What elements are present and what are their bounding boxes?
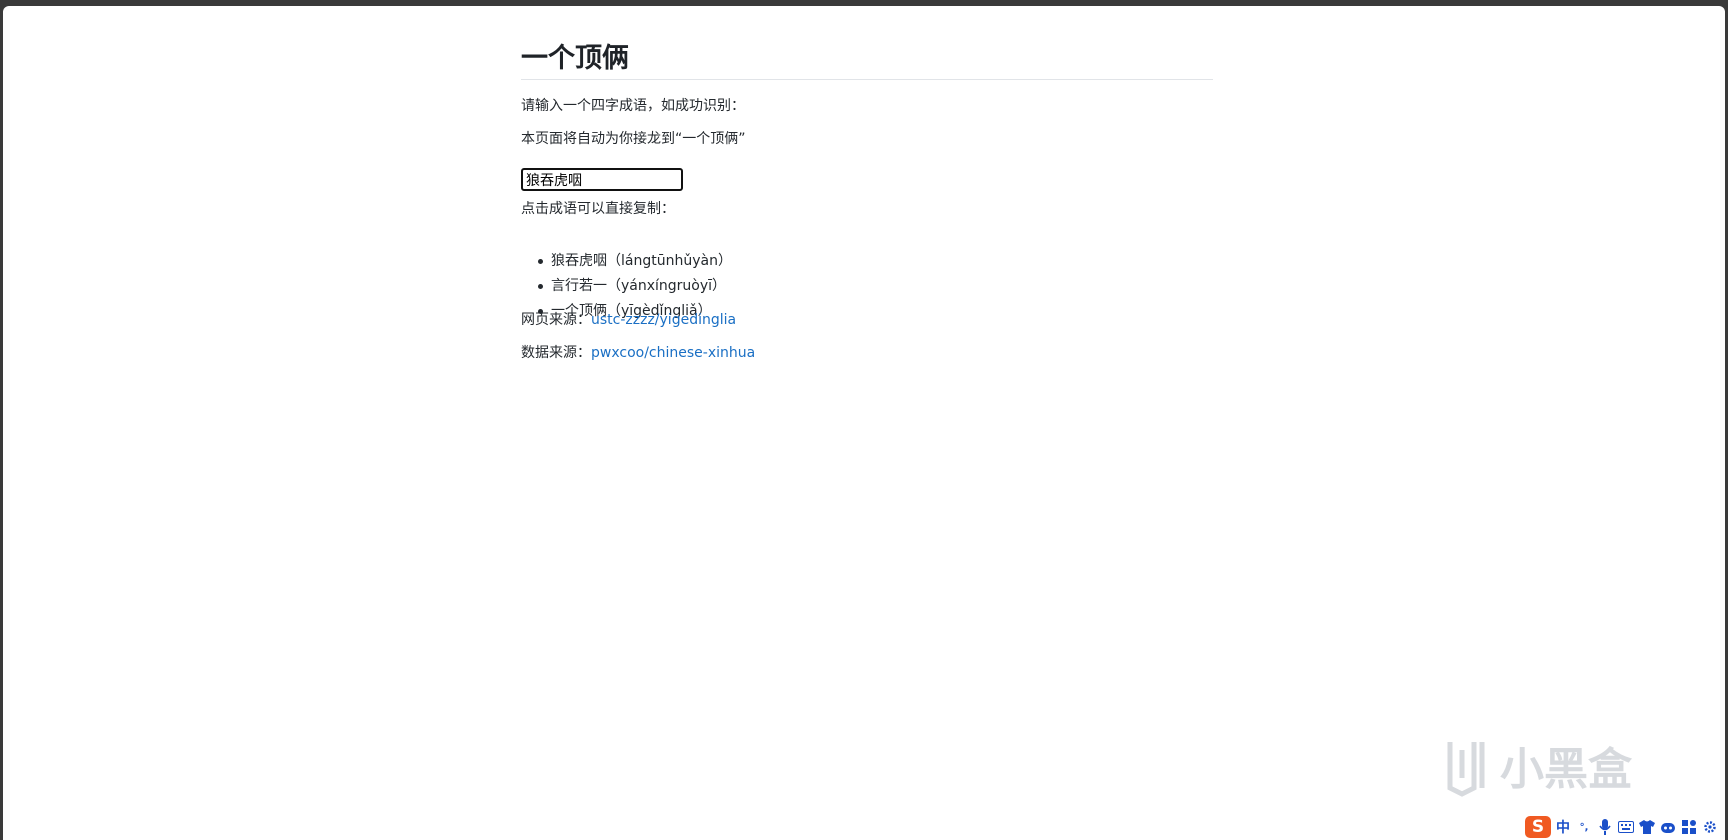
- page-title: 一个顶俩: [521, 43, 629, 74]
- list-item[interactable]: 言行若一（yánxíngruòyī）: [538, 276, 732, 301]
- bot-icon[interactable]: [1659, 818, 1677, 836]
- intro-line-2: 本页面将自动为你接龙到“一个顶俩”: [521, 131, 746, 147]
- gear-icon[interactable]: [1701, 818, 1719, 836]
- shirt-icon[interactable]: [1638, 818, 1656, 836]
- mic-icon[interactable]: [1596, 818, 1614, 836]
- bullet-icon: [538, 284, 543, 289]
- web-source-link[interactable]: ustc-zzzz/yigedinglia: [591, 312, 736, 328]
- bullet-icon: [538, 259, 543, 264]
- ime-mode-toggle[interactable]: 中: [1554, 818, 1572, 836]
- watermark-logo: 小黑盒: [1447, 742, 1633, 797]
- data-source: 数据来源：pwxcoo/chinese-xinhua: [521, 342, 755, 362]
- ime-punct-toggle[interactable]: °,: [1575, 818, 1593, 836]
- copy-hint: 点击成语可以直接复制：: [521, 201, 675, 217]
- list-item[interactable]: 狼吞虎咽（lángtūnhǔyàn）: [538, 251, 732, 276]
- web-source: 网页来源：ustc-zzzz/yigedinglia: [521, 309, 736, 329]
- keyboard-icon[interactable]: [1617, 818, 1635, 836]
- intro-line-1: 请输入一个四字成语，如成功识别：: [521, 98, 745, 114]
- web-source-label: 网页来源：: [521, 312, 591, 328]
- title-divider: [521, 79, 1213, 80]
- idiom-input[interactable]: [521, 168, 683, 191]
- data-source-link[interactable]: pwxcoo/chinese-xinhua: [591, 345, 755, 361]
- watermark-text: 小黑盒: [1500, 744, 1633, 795]
- browser-viewport: 一个顶俩 请输入一个四字成语，如成功识别： 本页面将自动为你接龙到“一个顶俩” …: [3, 6, 1725, 840]
- idiom-text: 言行若一（yánxíngruòyī）: [551, 278, 727, 294]
- data-source-label: 数据来源：: [521, 345, 591, 361]
- ime-toolbar: S 中 °,: [1521, 814, 1725, 840]
- grid-icon[interactable]: [1680, 818, 1698, 836]
- idiom-text: 狼吞虎咽（lángtūnhǔyàn）: [551, 253, 732, 269]
- ime-logo-icon[interactable]: S: [1525, 816, 1551, 838]
